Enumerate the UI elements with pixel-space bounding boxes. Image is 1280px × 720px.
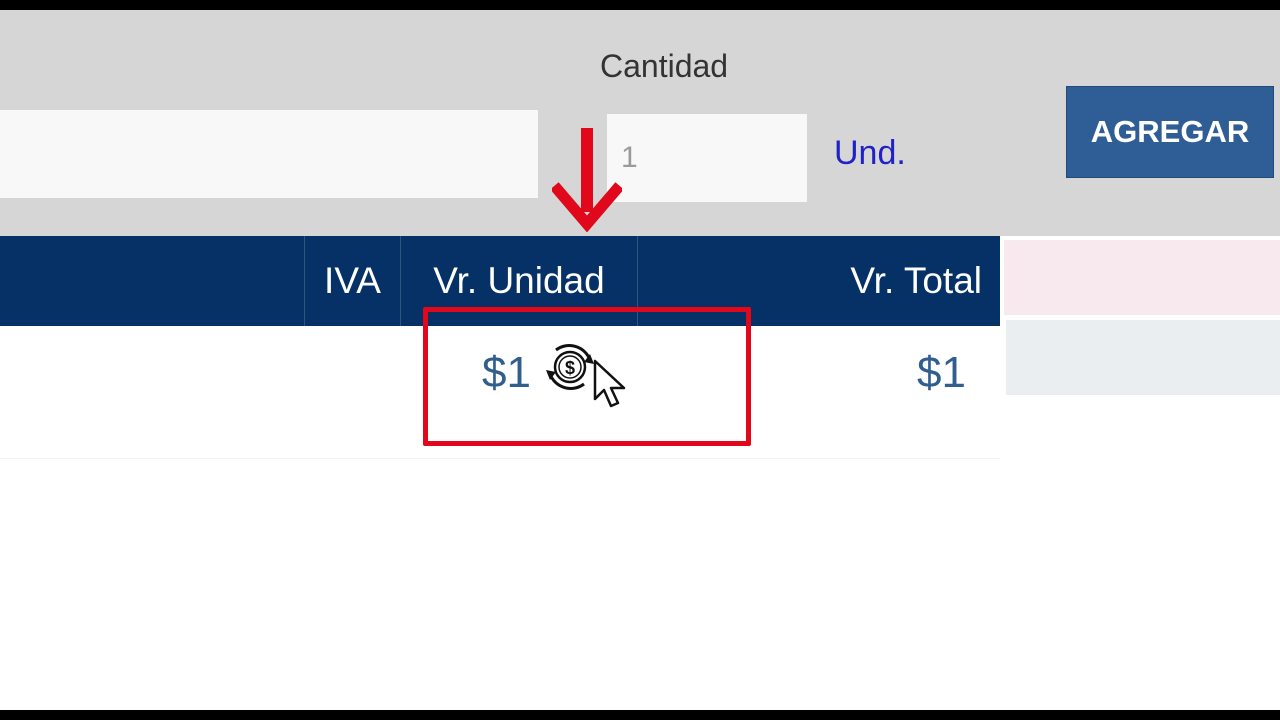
add-button[interactable]: AGREGAR — [1066, 86, 1274, 178]
unit-label: Und. — [834, 134, 906, 172]
product-entry-toolbar: Cantidad Und. AGREGAR — [0, 10, 1280, 236]
unit-value-highlight-box — [423, 307, 751, 446]
side-panel-row-1 — [1004, 240, 1280, 315]
quantity-label: Cantidad — [600, 48, 729, 84]
total-value-cell: $1 — [917, 348, 966, 397]
side-panel-row-2 — [1006, 320, 1280, 395]
product-input[interactable] — [0, 110, 538, 198]
column-header-blank — [0, 236, 304, 326]
column-header-iva: IVA — [304, 236, 400, 326]
down-arrow-icon — [552, 128, 622, 232]
quantity-input[interactable] — [607, 114, 807, 202]
app-frame: Cantidad Und. AGREGAR IVA Vr. Unidad Vr.… — [0, 10, 1280, 710]
